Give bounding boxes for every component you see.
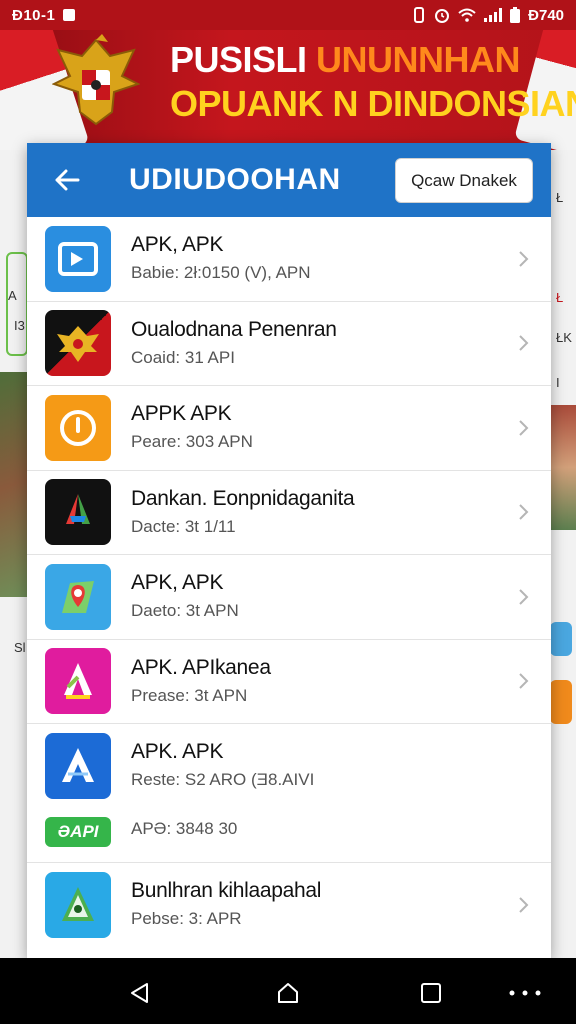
chevron-right-icon — [519, 335, 529, 351]
app-size-text: APƏ: 3848 30 — [131, 818, 238, 838]
recents-icon — [421, 983, 441, 1003]
app-list-item[interactable]: Oualodnana Penenran Coaid: 31 API — [27, 302, 551, 386]
back-icon — [131, 983, 148, 1003]
app-meta: Coaid: 31 API — [131, 347, 235, 367]
chevron-right-icon — [519, 504, 529, 520]
app-list-item[interactable]: APK, APK Babie: 2ł:0150 (V), APN — [27, 217, 551, 302]
app-list-item[interactable]: Dankan. Eonpnidaganita Dacte: 3t 1/11 — [27, 471, 551, 555]
background-button — [550, 622, 572, 656]
app-meta: Pebse: 3: APR — [131, 908, 242, 928]
app-name: Oualodnana Penenran — [131, 317, 337, 341]
garuda-emblem-icon — [52, 34, 140, 126]
app-name: APK. APK — [131, 740, 224, 763]
app-list-item[interactable]: Bunlhran kihlaapahal Pebse: 3: APR — [27, 863, 551, 948]
back-button[interactable] — [27, 143, 107, 217]
status-time: Đ10-1 — [12, 6, 56, 24]
app-size-row: ƏAPI APƏ: 3848 30 — [27, 809, 551, 863]
background-label: I — [556, 375, 560, 390]
app-meta: Peare: 303 APN — [131, 432, 253, 451]
app-name: APPK APK — [131, 402, 232, 425]
app-name: APK, APK — [131, 233, 224, 256]
status-bar: Đ10-1 Đ740 — [0, 0, 576, 30]
app-meta: Daeto: 3t APN — [131, 601, 239, 620]
green-map-icon — [45, 871, 111, 938]
signal-icon — [484, 8, 503, 22]
app-list-item[interactable]: APK. APK Reste: S2 ARO (Ǝ8.AIVI — [27, 724, 551, 809]
app-list-item[interactable]: APK, APK Daeto: 3t APN — [27, 555, 551, 640]
api-badge: ƏAPI — [45, 816, 111, 847]
blue-folder-icon — [45, 225, 111, 292]
garuda-emblem-icon — [45, 310, 111, 377]
wifi-icon — [458, 8, 476, 22]
vibrate-icon — [414, 7, 425, 23]
banner-subtitle: OPUANK N DINDONSIAN — [170, 83, 576, 124]
chevron-right-icon — [519, 589, 529, 605]
dialog-title: UDIUDOOHAN — [129, 163, 341, 196]
app-meta: Dacte: 3t 1/11 — [131, 516, 236, 536]
navigation-bar — [0, 958, 576, 1024]
app-meta: Babie: 2ł:0150 (V), APN — [131, 263, 311, 282]
home-icon — [278, 983, 298, 1003]
background-label: Ł — [556, 190, 564, 205]
app-name: Dankan. Eonpnidaganita — [131, 486, 355, 510]
background-label: Sl — [14, 640, 26, 655]
dialog-header: UDIUDOOHAN Qcaw Dnakek — [27, 143, 551, 217]
chevron-right-icon — [519, 673, 529, 689]
chevron-right-icon — [519, 897, 529, 913]
chevron-right-icon — [519, 251, 529, 267]
background-card — [6, 252, 28, 356]
background-label: Ł — [556, 290, 564, 305]
header-action-button[interactable]: Qcaw Dnakek — [395, 158, 533, 203]
arrow-left-icon — [55, 169, 80, 191]
nav-recents-button[interactable] — [416, 978, 446, 1008]
chevron-right-icon — [519, 420, 529, 436]
map-pin-icon — [45, 563, 111, 630]
nav-home-button[interactable] — [273, 978, 303, 1008]
notification-icon — [63, 9, 76, 21]
blue-a-icon — [45, 733, 111, 800]
background-label: ŁK — [556, 330, 572, 345]
app-meta: Reste: S2 ARO (Ǝ8.AIVI — [131, 770, 315, 789]
magenta-a-icon — [45, 648, 111, 715]
app-meta: Prease: 3t APN — [131, 685, 248, 705]
banner-title-orange: UNUNNHAN — [316, 39, 521, 80]
nav-back-button[interactable] — [124, 978, 154, 1008]
app-list-item[interactable]: APPK APK Peare: 303 APN — [27, 386, 551, 471]
orange-circle-icon — [45, 394, 111, 461]
app-list-dialog: UDIUDOOHAN Qcaw Dnakek APK, APK Babie: 2… — [27, 143, 551, 958]
app-list-item[interactable]: APK. APIkanea Prease: 3t APN — [27, 640, 551, 724]
more-icon — [509, 990, 541, 996]
banner-title-white: PUSISLI — [170, 39, 317, 80]
app-name: Bunlhran kihlaapahal — [131, 878, 322, 902]
nav-more-button[interactable] — [508, 978, 542, 1008]
prism-a-icon — [45, 479, 111, 546]
status-battery-text: Đ740 — [528, 6, 564, 24]
background-photo — [0, 372, 28, 597]
app-name: APK, APK — [131, 571, 224, 594]
app-name: APK. APIkanea — [131, 655, 271, 679]
background-label: A — [8, 288, 17, 303]
background-label: I3 — [14, 318, 25, 333]
background-button — [550, 680, 572, 724]
background-photo — [550, 405, 576, 530]
banner-title: PUSISLI UNUNNHAN OPUANK N DINDONSIAN — [170, 38, 576, 126]
battery-icon — [510, 7, 521, 23]
alarm-icon — [435, 9, 450, 23]
app-list: APK, APK Babie: 2ł:0150 (V), APN Oualodn… — [27, 217, 551, 809]
